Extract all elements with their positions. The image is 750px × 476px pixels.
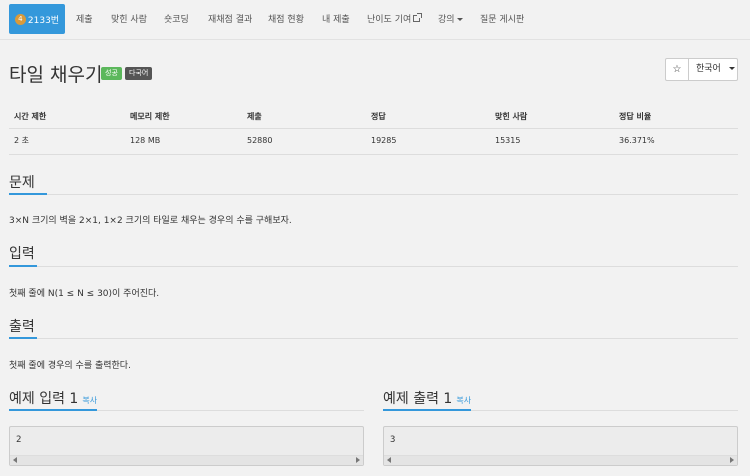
difficulty-label: 난이도 기여 (367, 15, 412, 25)
top-nav: 4 2133번 제출 맞힌 사람 숏코딩 재채점 결과 채점 현황 내 제출 난이… (0, 0, 750, 40)
nav-short-coding[interactable]: 숏코딩 (164, 0, 189, 34)
nav-status[interactable]: 채점 현황 (268, 0, 304, 34)
header-ratio: 정답 비율 (619, 112, 652, 121)
nav-difficulty[interactable]: 난이도 기여 (367, 0, 423, 34)
input-divider (9, 266, 738, 267)
language-select-value: 한국어 (696, 64, 721, 74)
problem-accent (9, 193, 47, 195)
output-divider (9, 338, 738, 339)
header-accepted: 정답 (371, 112, 386, 121)
output-heading: 출력 (9, 319, 35, 335)
arrow-left-icon[interactable] (387, 457, 391, 463)
sample-input-accent (9, 409, 97, 411)
level-icon: 4 (14, 14, 26, 25)
stats-table: 시간 제한 메모리 제한 제출 정답 맞힌 사람 정답 비율 2 초 128 M… (9, 108, 738, 155)
output-text: 첫째 줄에 경우의 수를 출력한다. (9, 361, 131, 371)
nav-lecture[interactable]: 강의 (438, 0, 463, 34)
nav-problem-id[interactable]: 4 2133번 (9, 4, 65, 34)
problem-text: 3×N 크기의 벽을 2×1, 1×2 크기의 타일로 채우는 경우의 수를 구… (9, 216, 292, 226)
input-heading: 입력 (9, 246, 35, 262)
chevron-down-icon (728, 67, 735, 70)
multilang-badge: 다국어 (125, 67, 153, 80)
arrow-right-icon[interactable] (356, 457, 360, 463)
header-submissions: 제출 (247, 112, 262, 121)
sample-input-title: 예제 입력 1 (9, 391, 79, 407)
problem-heading: 문제 (9, 175, 35, 191)
value-time-limit: 2 초 (14, 136, 29, 145)
sample-output-title: 예제 출력 1 (383, 391, 453, 407)
sample-output-heading: 예제 출력 1 복사 (383, 388, 471, 408)
sample-output-box: 3 (383, 426, 738, 466)
sample-input-value: 2 (16, 435, 22, 445)
nav-submit[interactable]: 제출 (76, 0, 93, 34)
language-select[interactable]: 한국어 (688, 58, 738, 81)
input-accent (9, 265, 37, 267)
problem-divider (9, 194, 738, 195)
nav-questions[interactable]: 질문 게시판 (480, 0, 524, 34)
lecture-label: 강의 (438, 15, 455, 25)
header-memory-limit: 메모리 제한 (130, 112, 170, 121)
star-icon: ☆ (672, 64, 682, 75)
sample-output-accent (383, 409, 471, 411)
arrow-left-icon[interactable] (13, 457, 17, 463)
arrow-right-icon[interactable] (730, 457, 734, 463)
caret-down-icon (456, 18, 463, 21)
problem-id-label: 2133번 (27, 16, 60, 26)
sample-output-value: 3 (390, 435, 396, 445)
page-title: 타일 채우기 (9, 64, 103, 86)
stats-divider (9, 154, 738, 155)
nav-my-submissions[interactable]: 내 제출 (322, 0, 350, 34)
sample-input-scrollbar[interactable] (10, 455, 363, 465)
output-accent (9, 337, 37, 339)
success-badge: 성공 (101, 67, 122, 80)
sample-output-scrollbar[interactable] (384, 455, 737, 465)
value-ratio: 36.371% (619, 136, 655, 145)
stats-header-row: 시간 제한 메모리 제한 제출 정답 맞힌 사람 정답 비율 (9, 108, 738, 129)
value-submissions: 52880 (247, 136, 273, 145)
nav-rejudge[interactable]: 재채점 결과 (208, 0, 252, 34)
header-solved-users: 맞힌 사람 (495, 112, 528, 121)
copy-input-button[interactable]: 복사 (82, 396, 97, 405)
star-button[interactable]: ☆ (665, 58, 689, 81)
header-time-limit: 시간 제한 (14, 112, 47, 121)
sample-input-heading: 예제 입력 1 복사 (9, 388, 97, 408)
external-link-icon (413, 13, 423, 22)
value-accepted: 19285 (371, 136, 397, 145)
value-memory-limit: 128 MB (130, 136, 161, 145)
input-text: 첫째 줄에 N(1 ≤ N ≤ 30)이 주어진다. (9, 289, 160, 299)
stats-data-row: 2 초 128 MB 52880 19285 15315 36.371% (9, 132, 738, 153)
sample-input-box: 2 (9, 426, 364, 466)
nav-solved-users[interactable]: 맞힌 사람 (111, 0, 147, 34)
copy-output-button[interactable]: 복사 (456, 396, 471, 405)
value-solved-users: 15315 (495, 136, 521, 145)
